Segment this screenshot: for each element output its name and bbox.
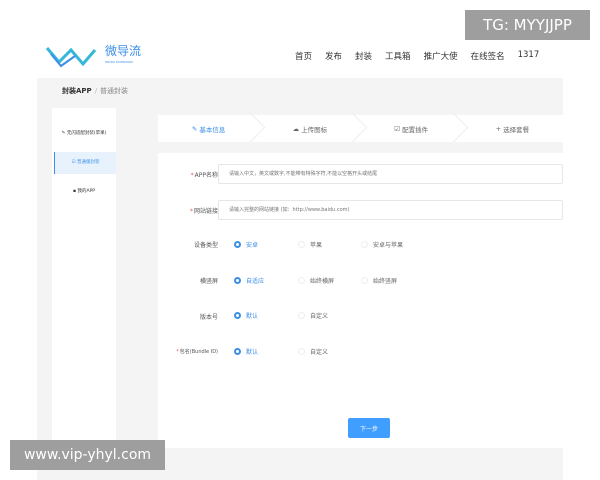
nav-publish[interactable]: 发布 <box>325 50 342 62</box>
sidebar-item-label: 我的APP <box>77 189 95 194</box>
logo-text: 微导流 <box>105 44 142 58</box>
radio-both[interactable]: 安卓与苹果 <box>361 240 403 249</box>
sidebar-item-seamless[interactable]: ✎ 无闪适配封装(苹果) <box>52 130 116 136</box>
nav-package[interactable]: 封装 <box>355 50 372 62</box>
step-config-plugin[interactable]: ☑ 配置插件 <box>361 115 462 142</box>
site-url-input[interactable] <box>218 200 563 220</box>
app-name-label: *APP名称 <box>190 172 218 179</box>
orientation-label: 横竖屏 <box>199 278 218 285</box>
plus-icon: + <box>495 124 502 133</box>
sidebar-item-label: 普通版封装 <box>76 160 100 165</box>
nav-user[interactable]: 1317 <box>518 50 540 62</box>
radio-landscape[interactable]: 始终横屏 <box>298 276 334 285</box>
radio-ios[interactable]: 苹果 <box>298 240 322 249</box>
cloud-upload-icon: ☁ <box>292 124 300 133</box>
site-header: 微导流 MICRO DIVERSION 首页 发布 封装 工具箱 推广大使 在线… <box>37 38 563 78</box>
form-panel: *APP名称 *网站链接 设备类型 安卓 苹果 安卓与苹果 横竖屏 自适应 始终… <box>158 153 563 448</box>
version-label: 版本号 <box>199 314 218 321</box>
watermark-top: TG: MYYJJPP <box>465 10 590 40</box>
next-button[interactable]: 下一步 <box>348 418 390 438</box>
step-label: 配置插件 <box>402 125 429 134</box>
logo-subtext: MICRO DIVERSION <box>105 60 133 64</box>
main-nav: 首页 发布 封装 工具箱 推广大使 在线签名 1317 <box>295 50 539 62</box>
nav-home[interactable]: 首页 <box>295 50 312 62</box>
nav-promo[interactable]: 推广大使 <box>424 50 458 62</box>
step-choose-plan[interactable]: + 选择套餐 <box>462 115 563 142</box>
site-url-label: *网站链接 <box>189 208 218 215</box>
step-basic-info[interactable]: ✎ 基本信息 <box>158 115 259 142</box>
edit-square-icon: ☑ <box>394 124 400 133</box>
bundle-label: *包名(Bundle ID) <box>176 349 218 355</box>
step-label: 上传图标 <box>301 125 328 134</box>
pencil-icon: ✎ <box>191 124 198 133</box>
breadcrumb-root[interactable]: 封装APP <box>62 87 92 95</box>
sidebar-item-myapp[interactable]: ▪ 我的APP <box>52 188 116 194</box>
step-label: 选择套餐 <box>503 125 530 134</box>
radio-auto[interactable]: 自适应 <box>234 276 264 285</box>
radio-version-custom[interactable]: 自定义 <box>298 311 328 320</box>
radio-android[interactable]: 安卓 <box>234 240 258 249</box>
radio-portrait[interactable]: 始终竖屏 <box>361 276 397 285</box>
steps-bar: ✎ 基本信息 ☁ 上传图标 ☑ 配置插件 + 选择套餐 <box>158 115 563 142</box>
watermark-bottom: www.vip-yhyl.com <box>10 440 165 470</box>
device-label: 设备类型 <box>193 242 218 249</box>
app-name-input[interactable] <box>218 164 563 184</box>
breadcrumb-sep: / <box>94 87 98 95</box>
nav-tools[interactable]: 工具箱 <box>385 50 411 62</box>
sidebar: ✎ 无闪适配封装(苹果) ☑ 普通版封装 ▪ 我的APP <box>52 108 116 448</box>
nav-sign[interactable]: 在线签名 <box>471 50 505 62</box>
radio-version-default[interactable]: 默认 <box>234 311 258 320</box>
sidebar-item-normal[interactable]: ☑ 普通版封装 <box>54 152 116 174</box>
breadcrumb-current: 普通封装 <box>100 87 129 95</box>
radio-bundle-default[interactable]: 默认 <box>234 347 258 356</box>
step-upload-icon[interactable]: ☁ 上传图标 <box>259 115 360 142</box>
radio-bundle-custom[interactable]: 自定义 <box>298 347 328 356</box>
breadcrumb: 封装APP / 普通封装 <box>62 86 128 96</box>
sidebar-item-label: 无闪适配封装(苹果) <box>66 131 107 136</box>
step-label: 基本信息 <box>199 125 226 134</box>
